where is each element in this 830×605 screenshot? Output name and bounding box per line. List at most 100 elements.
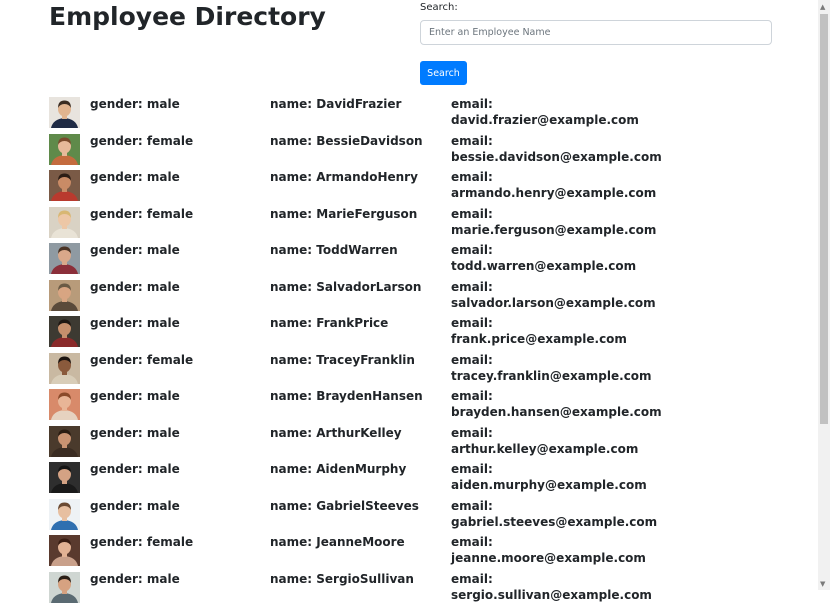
email-label: email:: [451, 206, 656, 222]
email-label: email:: [451, 96, 639, 112]
name-value: AidenMurphy: [316, 462, 406, 476]
scroll-up-arrow-icon[interactable]: ▲: [820, 3, 825, 11]
gender-cell: gender: male: [90, 279, 180, 295]
employee-row: gender: malename: ToddWarrenemail:todd.w…: [0, 240, 818, 277]
email-label: email:: [451, 133, 662, 149]
email-value: jeanne.moore@example.com: [451, 550, 646, 566]
email-value: marie.ferguson@example.com: [451, 222, 656, 238]
avatar: [49, 316, 80, 347]
email-cell: email:aiden.murphy@example.com: [451, 461, 647, 493]
name-cell: name: BraydenHansen: [270, 388, 423, 404]
name-cell: name: ToddWarren: [270, 242, 398, 258]
name-label: name:: [270, 134, 316, 148]
name-value: ToddWarren: [316, 243, 397, 257]
email-cell: email:jeanne.moore@example.com: [451, 534, 646, 566]
email-cell: email:marie.ferguson@example.com: [451, 206, 656, 238]
email-cell: email:david.frazier@example.com: [451, 96, 639, 128]
employee-row: gender: femalename: JeanneMooreemail:jea…: [0, 532, 818, 569]
avatar: [49, 426, 80, 457]
gender-value: female: [147, 207, 193, 221]
email-value: bessie.davidson@example.com: [451, 149, 662, 165]
vertical-scrollbar[interactable]: ▲ ▼: [818, 0, 830, 590]
page-title: Employee Directory: [49, 0, 326, 34]
name-label: name:: [270, 353, 316, 367]
gender-value: male: [147, 462, 180, 476]
email-label: email:: [451, 534, 646, 550]
gender-cell: gender: female: [90, 534, 193, 550]
gender-cell: gender: female: [90, 352, 193, 368]
employee-row: gender: male name: ArthurKelley email:arth…: [0, 423, 818, 460]
email-value: arthur.kelley@example.com: [451, 441, 638, 457]
gender-label: gender:: [90, 134, 147, 148]
name-value: ArmandoHenry: [316, 170, 418, 184]
name-value: ArthurKelley: [316, 426, 401, 440]
email-label: email:: [451, 388, 662, 404]
gender-cell: gender: male: [90, 388, 180, 404]
avatar: [49, 389, 80, 420]
email-cell: email:armando.henry@example.com: [451, 169, 656, 201]
email-value: todd.warren@example.com: [451, 258, 636, 274]
name-label: name:: [270, 170, 316, 184]
name-value: MarieFerguson: [316, 207, 417, 221]
gender-label: gender:: [90, 426, 147, 440]
search-button[interactable]: Search: [420, 61, 467, 85]
email-value: salvador.larson@example.com: [451, 295, 656, 311]
gender-label: gender:: [90, 535, 147, 549]
name-label: name:: [270, 535, 316, 549]
email-value: david.frazier@example.com: [451, 112, 639, 128]
name-cell: name: TraceyFranklin: [270, 352, 415, 368]
avatar: [49, 134, 80, 165]
name-cell: name: SalvadorLarson: [270, 279, 421, 295]
gender-label: gender:: [90, 462, 147, 476]
email-value: brayden.hansen@example.com: [451, 404, 662, 420]
gender-cell: gender: male: [90, 96, 180, 112]
gender-cell: gender: male: [90, 242, 180, 258]
email-label: email:: [451, 352, 652, 368]
email-value: gabriel.steeves@example.com: [451, 514, 657, 530]
avatar: [49, 462, 80, 493]
email-value: armando.henry@example.com: [451, 185, 656, 201]
email-cell: email:arthur.kelley@example.com: [451, 425, 638, 457]
scroll-down-arrow-icon[interactable]: ▼: [820, 580, 825, 588]
gender-label: gender:: [90, 389, 147, 403]
name-label: name:: [270, 280, 316, 294]
avatar: [49, 243, 80, 274]
gender-value: male: [147, 426, 180, 440]
email-cell: email:brayden.hansen@example.com: [451, 388, 662, 420]
email-label: email:: [451, 461, 647, 477]
name-label: name:: [270, 243, 316, 257]
employee-row: gender: femalename: BessieDavidsonemail:…: [0, 131, 818, 168]
employee-row: gender: femalename: MarieFergusonemail:m…: [0, 204, 818, 241]
name-label: name:: [270, 426, 316, 440]
search-input[interactable]: [420, 20, 772, 45]
name-label: name:: [270, 499, 316, 513]
gender-label: gender:: [90, 280, 147, 294]
avatar: [49, 207, 80, 238]
avatar: [49, 572, 80, 603]
gender-cell: gender: male: [90, 169, 180, 185]
name-cell: name: SergioSullivan: [270, 571, 414, 587]
email-label: email:: [451, 571, 652, 587]
gender-value: male: [147, 389, 180, 403]
name-cell: name: ArmandoHenry: [270, 169, 418, 185]
employee-row: gender: malename: FrankPriceemail:frank.…: [0, 313, 818, 350]
gender-label: gender:: [90, 572, 147, 586]
email-value: frank.price@example.com: [451, 331, 627, 347]
email-label: email:: [451, 425, 638, 441]
name-cell: name: BessieDavidson: [270, 133, 423, 149]
gender-value: male: [147, 243, 180, 257]
name-value: TraceyFranklin: [316, 353, 415, 367]
email-value: tracey.franklin@example.com: [451, 368, 652, 384]
avatar: [49, 353, 80, 384]
avatar: [49, 97, 80, 128]
scroll-thumb[interactable]: [820, 14, 828, 424]
name-cell: name: FrankPrice: [270, 315, 388, 331]
gender-cell: gender: male: [90, 315, 180, 331]
gender-label: gender:: [90, 170, 147, 184]
gender-cell: gender: male: [90, 461, 180, 477]
name-label: name:: [270, 97, 316, 111]
gender-cell: gender: male: [90, 498, 180, 514]
name-label: name:: [270, 389, 316, 403]
gender-value: female: [147, 353, 193, 367]
gender-value: male: [147, 280, 180, 294]
